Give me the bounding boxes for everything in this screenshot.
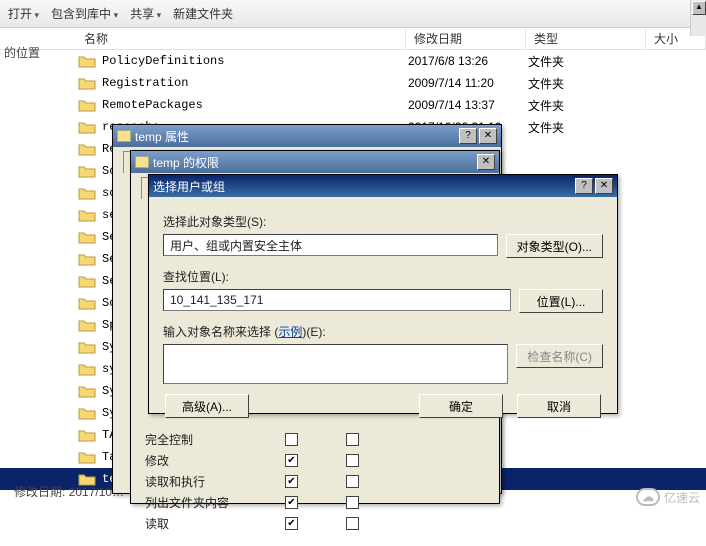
allow-checkbox[interactable] <box>285 496 298 509</box>
folder-icon <box>78 362 96 376</box>
titlebar-select-user: 选择用户或组 ? ✕ <box>149 175 617 197</box>
dialog-select-user: 选择用户或组 ? ✕ 选择此对象类型(S): 用户、组或内置安全主体 对象类型(… <box>148 174 618 414</box>
folder-icon <box>78 340 96 354</box>
title-text: temp 的权限 <box>153 154 219 171</box>
file-row[interactable]: PolicyDefinitions2017/6/8 13:26文件夹 <box>0 50 706 72</box>
permission-row: 完全控制 <box>145 429 485 450</box>
allow-checkbox[interactable] <box>285 454 298 467</box>
folder-icon <box>78 164 96 178</box>
folder-icon <box>78 318 96 332</box>
deny-checkbox[interactable] <box>346 454 359 467</box>
file-type: 文件夹 <box>528 53 648 70</box>
folder-icon <box>78 296 96 310</box>
help-button[interactable]: ? <box>575 178 593 194</box>
title-text: 选择用户或组 <box>153 178 225 195</box>
location-button[interactable]: 位置(L)... <box>519 289 603 313</box>
folder-icon <box>78 252 96 266</box>
folder-icon <box>78 186 96 200</box>
titlebar-permissions: temp 的权限 ✕ <box>131 151 499 173</box>
file-row[interactable]: Registration2009/7/14 11:20文件夹 <box>0 72 706 94</box>
help-button[interactable]: ? <box>459 128 477 144</box>
folder-icon <box>78 54 96 68</box>
label-object-type: 选择此对象类型(S): <box>163 213 603 230</box>
folder-icon <box>78 274 96 288</box>
label-names: 输入对象名称来选择 (示例)(E): <box>163 323 603 340</box>
toolbar-newfolder[interactable]: 新建文件夹 <box>173 5 233 22</box>
permission-row: 读取 <box>145 513 485 534</box>
folder-icon <box>78 98 96 112</box>
permission-row: 读取和执行 <box>145 471 485 492</box>
cloud-icon: ☁ <box>636 488 660 506</box>
advanced-button[interactable]: 高级(A)... <box>165 394 249 418</box>
deny-checkbox[interactable] <box>346 475 359 488</box>
allow-checkbox[interactable] <box>285 433 298 446</box>
folder-icon <box>78 208 96 222</box>
close-button[interactable]: ✕ <box>595 178 613 194</box>
explorer-toolbar: 打开 包含到库中 共享 新建文件夹 <box>0 0 706 28</box>
file-date: 2009/7/14 13:37 <box>408 98 528 112</box>
object-type-field: 用户、组或内置安全主体 <box>163 234 498 256</box>
permission-label: 修改 <box>145 452 265 469</box>
title-text: temp 属性 <box>135 128 189 145</box>
file-name: Registration <box>102 76 408 90</box>
file-date: 2009/7/14 11:20 <box>408 76 528 90</box>
label-location: 查找位置(L): <box>163 268 603 285</box>
folder-icon <box>135 156 149 168</box>
deny-checkbox[interactable] <box>346 433 359 446</box>
folder-icon <box>78 450 96 464</box>
file-name: RemotePackages <box>102 98 408 112</box>
toolbar-include[interactable]: 包含到库中 <box>51 5 118 22</box>
column-header: 名称 修改日期 类型 大小 <box>0 28 706 50</box>
folder-icon <box>78 142 96 156</box>
file-name: PolicyDefinitions <box>102 54 408 68</box>
col-name[interactable]: 名称 <box>76 27 406 50</box>
folder-icon <box>117 130 131 142</box>
folder-icon <box>78 230 96 244</box>
allow-checkbox[interactable] <box>285 517 298 530</box>
location-field: 10_141_135_171 <box>163 289 511 311</box>
permission-label: 读取 <box>145 515 265 532</box>
file-date: 2017/6/8 13:26 <box>408 54 528 68</box>
folder-icon <box>78 76 96 90</box>
example-link[interactable]: 示例 <box>278 325 302 339</box>
object-type-button[interactable]: 对象类型(O)... <box>506 234 603 258</box>
col-type[interactable]: 类型 <box>526 27 646 50</box>
folder-icon <box>78 120 96 134</box>
permission-list: 完全控制修改读取和执行列出文件夹内容读取 <box>145 429 485 534</box>
check-names-button[interactable]: 检查名称(C) <box>516 344 603 368</box>
col-date[interactable]: 修改日期 <box>406 27 526 50</box>
folder-icon <box>78 428 96 442</box>
toolbar-open[interactable]: 打开 <box>8 5 39 22</box>
permission-label: 列出文件夹内容 <box>145 494 265 511</box>
scroll-button[interactable] <box>692 1 706 15</box>
ok-button[interactable]: 确定 <box>419 394 503 418</box>
permission-row: 修改 <box>145 450 485 471</box>
permission-label: 读取和执行 <box>145 473 265 490</box>
file-row[interactable]: RemotePackages2009/7/14 13:37文件夹 <box>0 94 706 116</box>
file-type: 文件夹 <box>528 97 648 114</box>
file-type: 文件夹 <box>528 75 648 92</box>
permission-label: 完全控制 <box>145 431 265 448</box>
toolbar-share[interactable]: 共享 <box>130 5 161 22</box>
status-bar: 修改日期: 2017/10… <box>14 483 124 500</box>
watermark: ☁ 亿速云 <box>636 488 700 506</box>
deny-checkbox[interactable] <box>346 496 359 509</box>
close-button[interactable]: ✕ <box>479 128 497 144</box>
folder-icon <box>78 406 96 420</box>
folder-icon <box>78 384 96 398</box>
titlebar-properties: temp 属性 ? ✕ <box>113 125 501 147</box>
object-names-input[interactable] <box>163 344 508 384</box>
file-type: 文件夹 <box>528 119 648 136</box>
close-button[interactable]: ✕ <box>477 154 495 170</box>
allow-checkbox[interactable] <box>285 475 298 488</box>
deny-checkbox[interactable] <box>346 517 359 530</box>
cancel-button[interactable]: 取消 <box>517 394 601 418</box>
